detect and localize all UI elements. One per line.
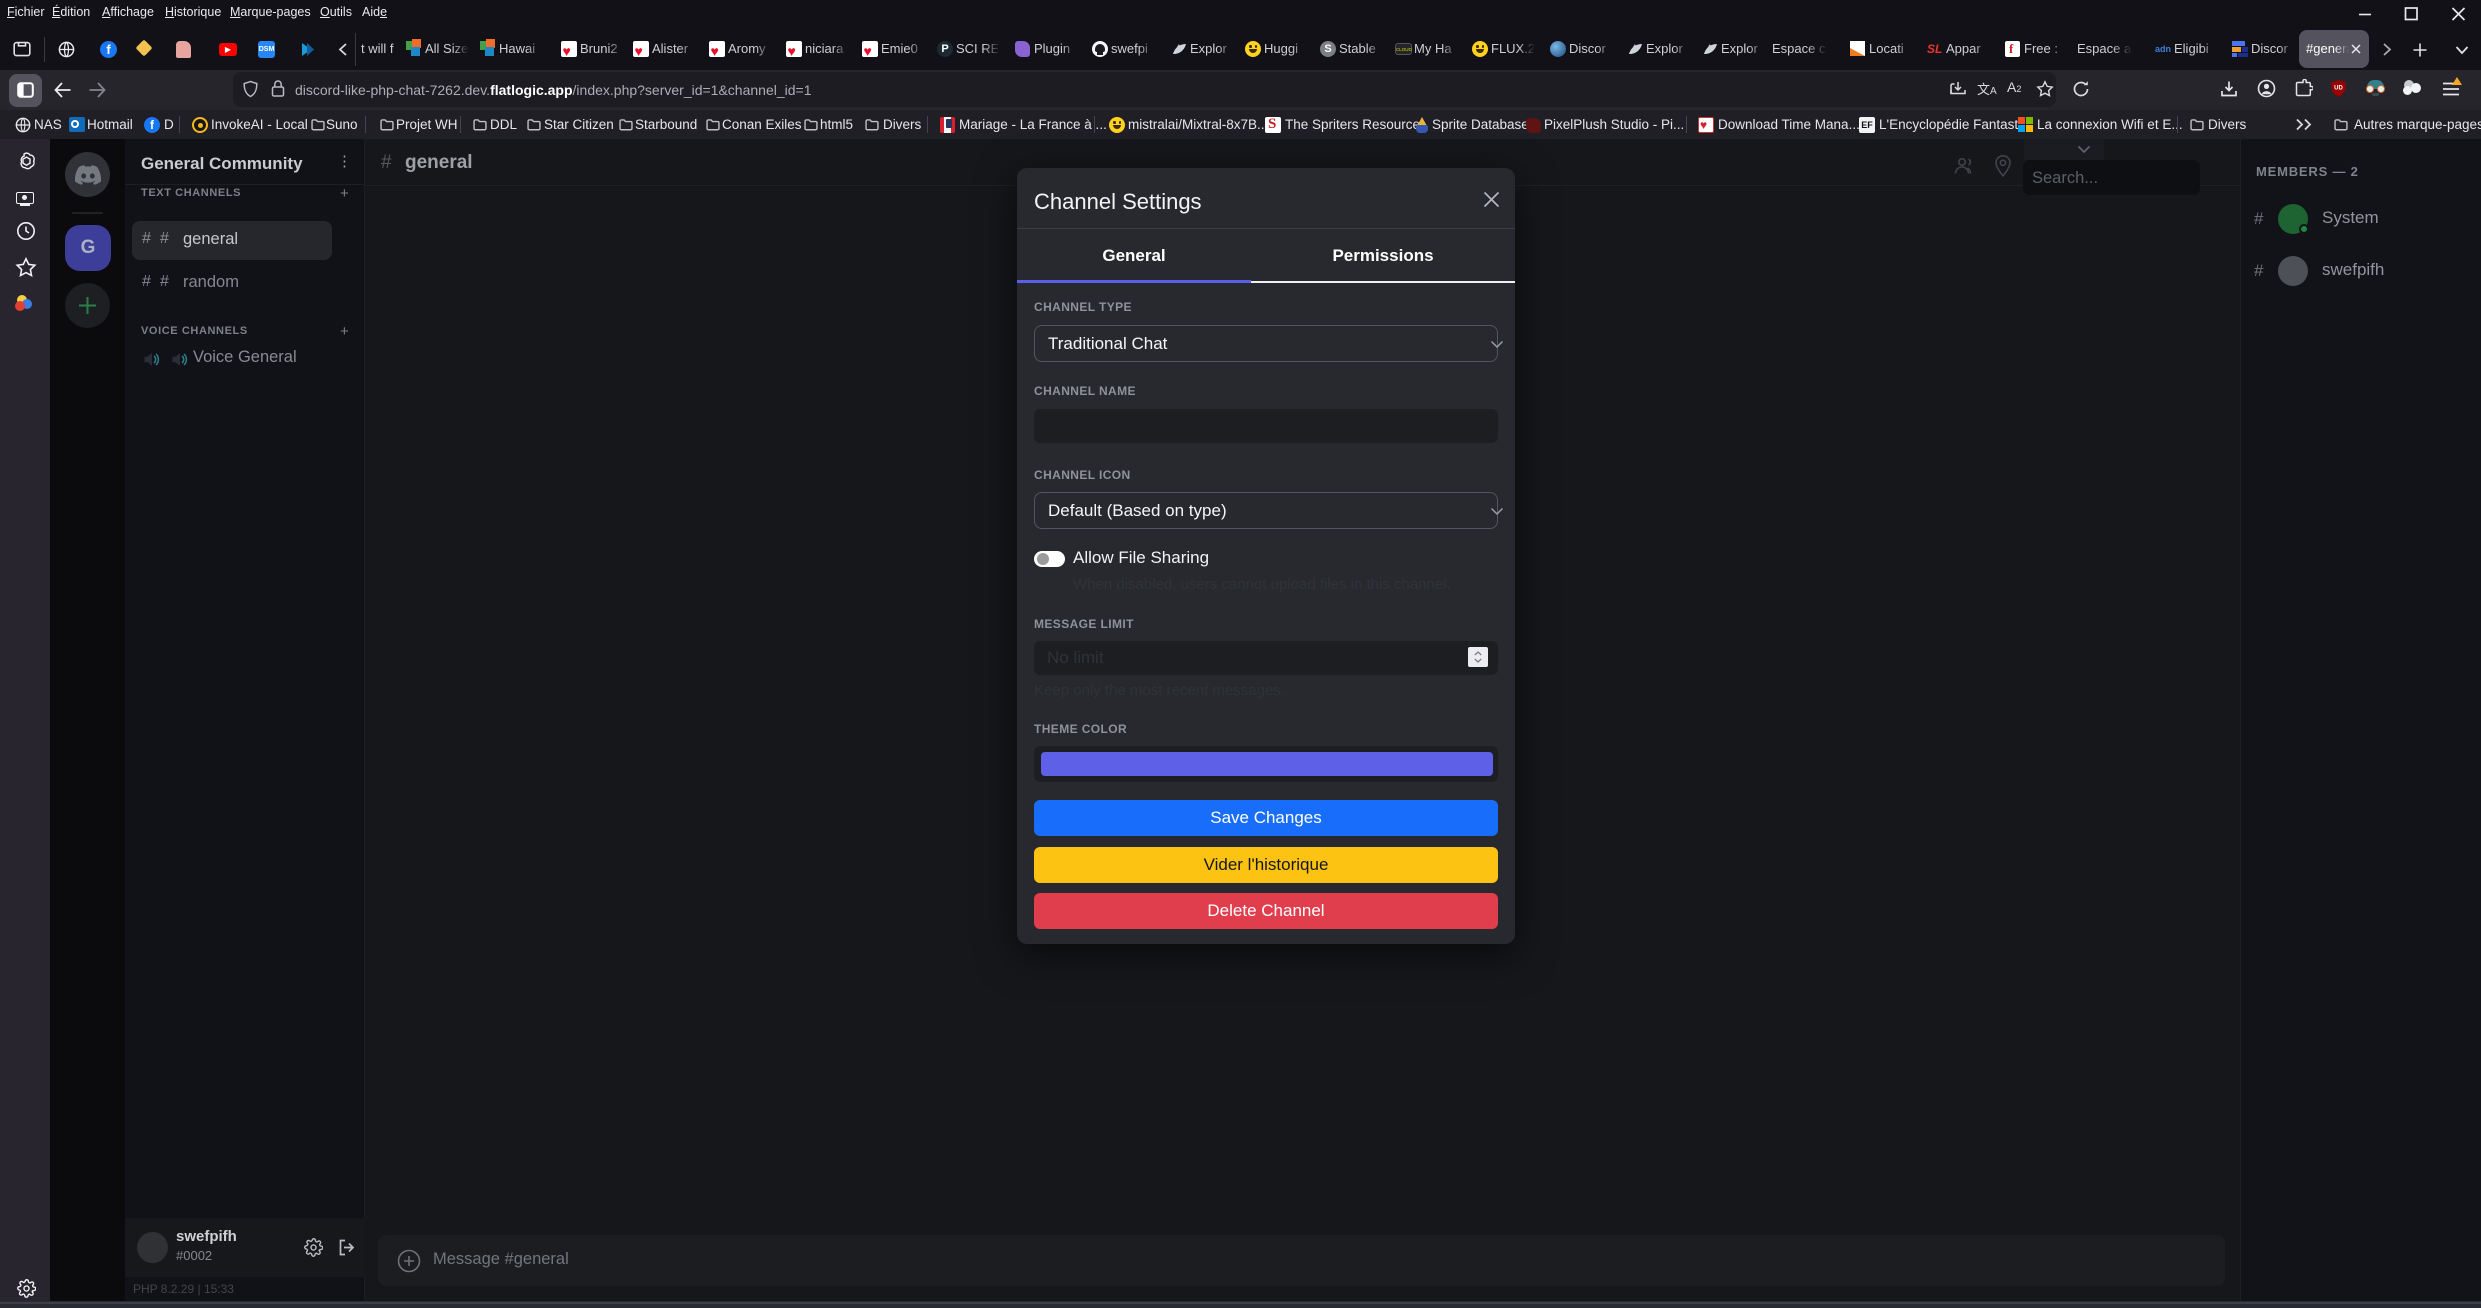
svg-text:UD: UD — [2334, 86, 2343, 92]
